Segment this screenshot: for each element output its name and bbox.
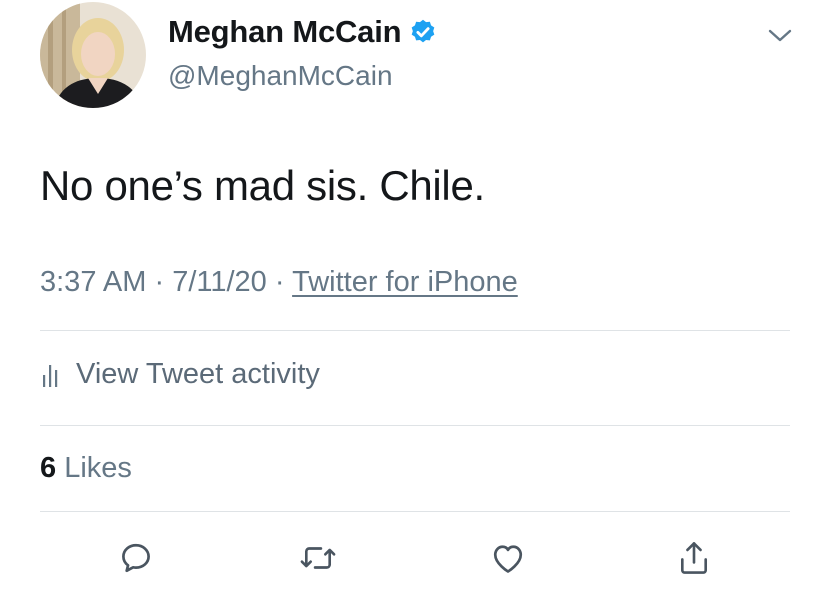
divider [40, 511, 790, 512]
verified-badge-icon [412, 19, 435, 43]
view-tweet-activity-button[interactable]: View Tweet activity [40, 358, 320, 391]
analytics-icon [43, 364, 58, 387]
chevron-down-icon [768, 29, 792, 42]
likes-label: Likes [64, 452, 132, 484]
avatar[interactable] [40, 2, 146, 108]
like-button[interactable] [486, 536, 530, 580]
tweet-source-link[interactable]: Twitter for iPhone [292, 266, 518, 298]
tweet-date: 7/11/20 [172, 266, 267, 298]
author-handle[interactable]: @MeghanMcCain [168, 60, 393, 92]
divider [40, 425, 790, 426]
tweet-time: 3:37 AM [40, 266, 147, 298]
view-tweet-activity-label: View Tweet activity [76, 358, 320, 390]
reply-icon [122, 543, 150, 573]
share-icon [680, 542, 708, 574]
tweet-detail: Meghan McCain @MeghanMcCain No one’s mad… [0, 0, 828, 591]
heart-icon [493, 545, 523, 573]
likes-count: 6 [40, 452, 57, 484]
tweet-metadata: 3:37 AM · 7/11/20 · Twitter for iPhone [40, 266, 518, 299]
meta-separator: · [154, 266, 165, 298]
retweet-button[interactable] [296, 536, 340, 580]
author-row: Meghan McCain [168, 14, 437, 50]
reply-button[interactable] [114, 536, 158, 580]
avatar-image [40, 2, 146, 108]
retweet-icon [300, 547, 336, 569]
tweet-text: No one’s mad sis. Chile. [40, 162, 485, 209]
more-options-button[interactable] [760, 18, 800, 54]
author-display-name[interactable]: Meghan McCain [168, 14, 402, 50]
meta-separator: · [274, 266, 285, 298]
divider [40, 330, 790, 331]
likes-summary[interactable]: 6 Likes [40, 452, 132, 485]
share-button[interactable] [672, 536, 716, 580]
